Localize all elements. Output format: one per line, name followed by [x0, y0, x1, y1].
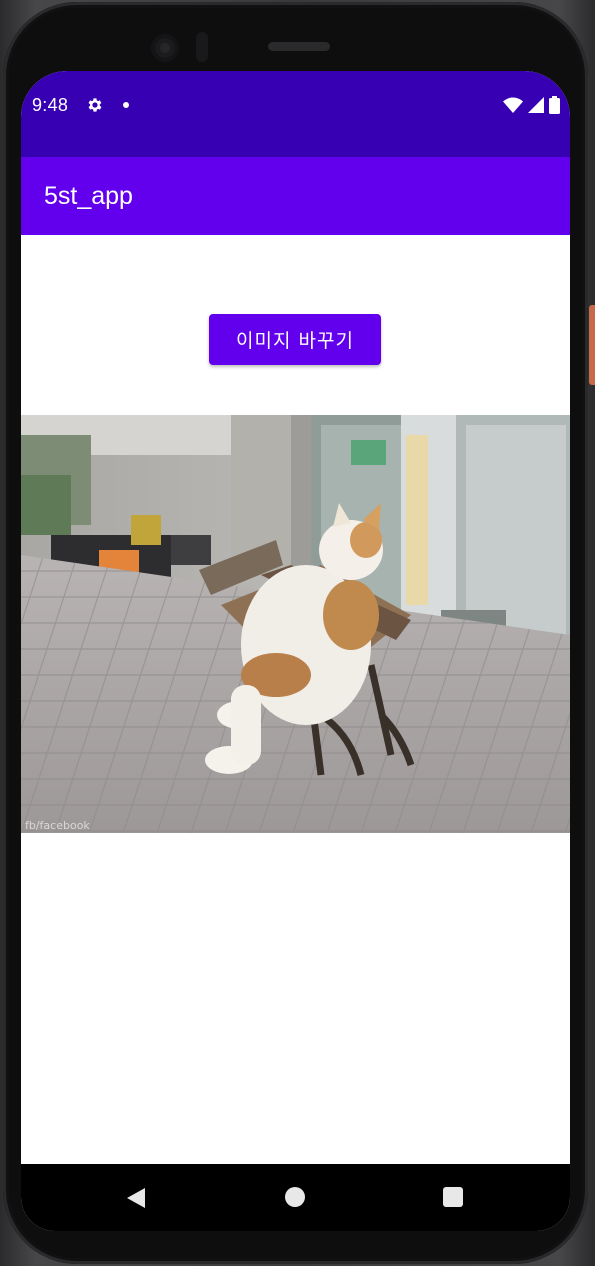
notification-dot-icon	[123, 102, 129, 108]
device-background: 9:48 5st_app 이미지 바꾸기 fb/facebook	[0, 0, 595, 1266]
status-bar: 9:48	[21, 71, 570, 157]
change-image-button[interactable]: 이미지 바꾸기	[209, 314, 381, 365]
wifi-icon	[503, 97, 523, 113]
main-content: 이미지 바꾸기 fb/facebook	[21, 235, 570, 1164]
back-triangle-icon[interactable]	[125, 1187, 147, 1209]
app-title: 5st_app	[44, 182, 133, 210]
earpiece-speaker	[268, 42, 330, 51]
battery-icon	[549, 96, 560, 114]
recents-square-icon[interactable]	[443, 1187, 463, 1207]
cellular-signal-icon	[528, 97, 544, 113]
front-camera	[151, 34, 179, 62]
status-icons	[503, 96, 560, 114]
settings-gear-icon	[88, 98, 102, 112]
power-button[interactable]	[589, 305, 595, 385]
photo-illustration: fb/facebook	[21, 415, 570, 833]
proximity-sensor	[196, 32, 208, 62]
app-bar: 5st_app	[21, 157, 570, 235]
status-time: 9:48	[32, 95, 69, 115]
photo-watermark: fb/facebook	[25, 819, 90, 832]
phone-screen: 9:48 5st_app 이미지 바꾸기 fb/facebook	[21, 71, 570, 1231]
home-circle-icon[interactable]	[285, 1187, 305, 1207]
navigation-bar	[21, 1164, 570, 1231]
cat-on-bench-photo: fb/facebook	[21, 415, 570, 833]
